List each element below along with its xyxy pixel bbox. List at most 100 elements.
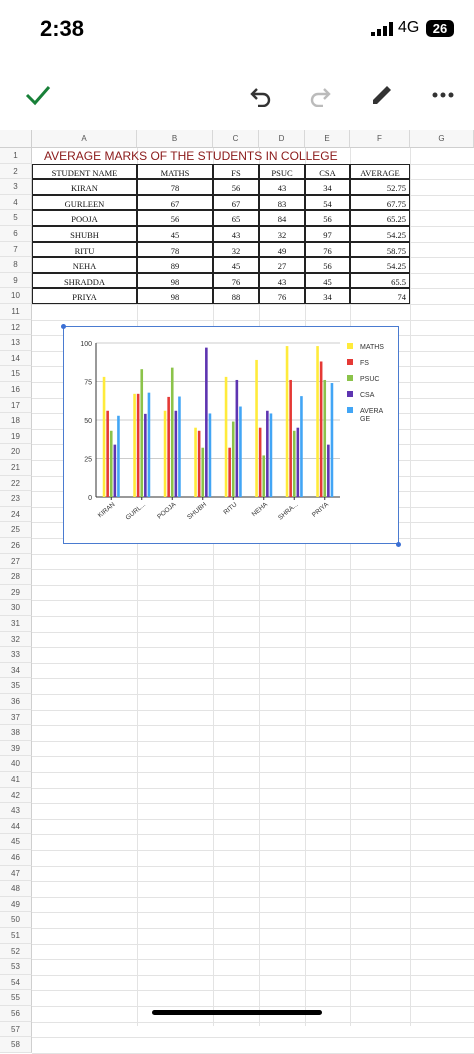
- mark-cell[interactable]: 34: [305, 179, 350, 195]
- header-cell[interactable]: MATHS: [137, 163, 213, 180]
- row-header-27[interactable]: 27: [0, 553, 32, 570]
- student-name-cell[interactable]: POOJA: [32, 210, 137, 226]
- row-header-45[interactable]: 45: [0, 834, 32, 850]
- mark-cell[interactable]: 83: [259, 194, 305, 211]
- mark-cell[interactable]: 58.75: [350, 241, 410, 258]
- student-name-cell[interactable]: SHRADDA: [32, 272, 137, 289]
- row-header-6[interactable]: 6: [0, 226, 32, 242]
- row-header-52[interactable]: 52: [0, 943, 32, 960]
- row-header-44[interactable]: 44: [0, 818, 32, 835]
- student-name-cell[interactable]: GURLEEN: [32, 194, 137, 211]
- student-name-cell[interactable]: NEHA: [32, 257, 137, 273]
- row-header-9[interactable]: 9: [0, 272, 32, 289]
- student-name-cell[interactable]: KIRAN: [32, 179, 137, 195]
- row-header-10[interactable]: 10: [0, 288, 32, 304]
- row-header-36[interactable]: 36: [0, 694, 32, 710]
- mark-cell[interactable]: 32: [213, 241, 259, 258]
- row-header-4[interactable]: 4: [0, 194, 32, 211]
- row-header-18[interactable]: 18: [0, 413, 32, 429]
- row-header-5[interactable]: 5: [0, 210, 32, 226]
- row-header-34[interactable]: 34: [0, 662, 32, 679]
- row-header-12[interactable]: 12: [0, 319, 32, 336]
- row-header-17[interactable]: 17: [0, 397, 32, 414]
- mark-cell[interactable]: 43: [259, 272, 305, 289]
- mark-cell[interactable]: 78: [137, 179, 213, 195]
- row-header-28[interactable]: 28: [0, 569, 32, 585]
- row-header-32[interactable]: 32: [0, 631, 32, 648]
- row-header-33[interactable]: 33: [0, 647, 32, 663]
- row-header-37[interactable]: 37: [0, 709, 32, 726]
- row-header-51[interactable]: 51: [0, 928, 32, 944]
- column-header-d[interactable]: D: [259, 130, 305, 148]
- row-header-30[interactable]: 30: [0, 600, 32, 616]
- mark-cell[interactable]: 65.25: [350, 210, 410, 226]
- column-header-e[interactable]: E: [305, 130, 350, 148]
- row-header-43[interactable]: 43: [0, 803, 32, 819]
- row-header-3[interactable]: 3: [0, 179, 32, 195]
- column-header-g[interactable]: G: [410, 130, 474, 148]
- mark-cell[interactable]: 89: [137, 257, 213, 273]
- row-header-47[interactable]: 47: [0, 865, 32, 882]
- mark-cell[interactable]: 67.75: [350, 194, 410, 211]
- row-header-14[interactable]: 14: [0, 350, 32, 367]
- mark-cell[interactable]: 65: [213, 210, 259, 226]
- row-header-42[interactable]: 42: [0, 787, 32, 804]
- mark-cell[interactable]: 56: [305, 257, 350, 273]
- mark-cell[interactable]: 43: [213, 226, 259, 242]
- row-header-41[interactable]: 41: [0, 772, 32, 788]
- mark-cell[interactable]: 97: [305, 226, 350, 242]
- check-icon[interactable]: [18, 75, 58, 115]
- row-header-25[interactable]: 25: [0, 522, 32, 538]
- header-cell[interactable]: FS: [213, 163, 259, 180]
- undo-icon[interactable]: [241, 75, 281, 115]
- row-header-26[interactable]: 26: [0, 538, 32, 554]
- sheet-title[interactable]: AVERAGE MARKS OF THE STUDENTS IN COLLEGE: [44, 149, 338, 165]
- row-header-20[interactable]: 20: [0, 444, 32, 460]
- mark-cell[interactable]: 54.25: [350, 257, 410, 273]
- row-header-29[interactable]: 29: [0, 584, 32, 601]
- column-header-a[interactable]: A: [32, 130, 137, 148]
- row-header-40[interactable]: 40: [0, 756, 32, 772]
- mark-cell[interactable]: 34: [305, 288, 350, 304]
- row-header-16[interactable]: 16: [0, 382, 32, 398]
- mark-cell[interactable]: 98: [137, 272, 213, 289]
- row-header-15[interactable]: 15: [0, 366, 32, 382]
- row-header-35[interactable]: 35: [0, 678, 32, 694]
- mark-cell[interactable]: 76: [259, 288, 305, 304]
- row-header-11[interactable]: 11: [0, 304, 32, 320]
- header-cell[interactable]: STUDENT NAME: [32, 163, 137, 180]
- chart-resize-handle-bottom-right[interactable]: [396, 542, 401, 547]
- spreadsheet-grid[interactable]: ABCDEFG 1 2 3 4 5 6 7 8 9 10 11 12 13 14 15 16 17 18 19 20 2…: [0, 130, 474, 1054]
- chart-resize-handle-top-left[interactable]: [61, 324, 66, 329]
- mark-cell[interactable]: 45: [305, 272, 350, 289]
- header-cell[interactable]: AVERAGE: [350, 163, 410, 180]
- row-header-38[interactable]: 38: [0, 725, 32, 741]
- mark-cell[interactable]: 67: [137, 194, 213, 211]
- mark-cell[interactable]: 54: [305, 194, 350, 211]
- bar-chart[interactable]: 0 25 50 75 100 KIRAN GURL... POOJA SHUBH RITU NEHA…: [63, 326, 399, 544]
- row-header-54[interactable]: 54: [0, 974, 32, 991]
- mark-cell[interactable]: 67: [213, 194, 259, 211]
- row-header-46[interactable]: 46: [0, 850, 32, 866]
- header-cell[interactable]: CSA: [305, 163, 350, 180]
- mark-cell[interactable]: 88: [213, 288, 259, 304]
- row-header-23[interactable]: 23: [0, 491, 32, 507]
- mark-cell[interactable]: 56: [213, 179, 259, 195]
- select-all-corner[interactable]: [0, 130, 32, 148]
- row-header-53[interactable]: 53: [0, 959, 32, 975]
- row-header-21[interactable]: 21: [0, 460, 32, 476]
- mark-cell[interactable]: 27: [259, 257, 305, 273]
- mark-cell[interactable]: 45: [213, 257, 259, 273]
- mark-cell[interactable]: 54.25: [350, 226, 410, 242]
- row-header-49[interactable]: 49: [0, 896, 32, 913]
- row-header-24[interactable]: 24: [0, 506, 32, 523]
- student-name-cell[interactable]: PRIYA: [32, 288, 137, 304]
- mark-cell[interactable]: 76: [305, 241, 350, 258]
- row-header-48[interactable]: 48: [0, 881, 32, 897]
- mark-cell[interactable]: 56: [137, 210, 213, 226]
- row-header-58[interactable]: 58: [0, 1037, 32, 1053]
- mark-cell[interactable]: 74: [350, 288, 410, 304]
- mark-cell[interactable]: 52.75: [350, 179, 410, 195]
- pencil-icon[interactable]: [362, 75, 402, 115]
- mark-cell[interactable]: 76: [213, 272, 259, 289]
